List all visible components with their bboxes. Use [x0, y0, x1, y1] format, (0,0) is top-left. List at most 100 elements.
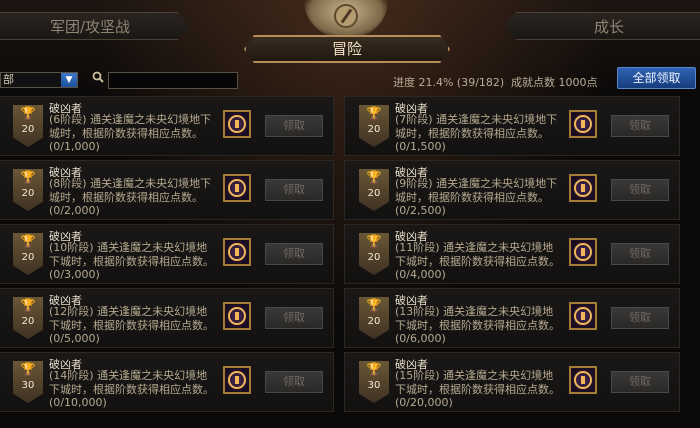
claim-button[interactable]: 领取 — [265, 371, 323, 393]
trophy-badge: 🏆 20 — [13, 169, 43, 211]
description-text: (12阶段) 通关逢魔之未央幻境地下城时，根据阶数获得相应点数。 — [49, 305, 214, 332]
claim-button[interactable]: 领取 — [611, 307, 669, 329]
claim-button[interactable]: 领取 — [265, 179, 323, 201]
achievement-description: (9阶段) 通关逢魔之未央幻境地下城时，根据阶数获得相应点数。 (0/2,500) — [395, 177, 563, 218]
progress-text: 进度 21.4% (39/182) — [393, 76, 505, 89]
emblem-icon — [228, 371, 246, 389]
progress-count: (0/4,000) — [395, 268, 446, 281]
tab-legion-siege[interactable]: 军团/攻坚战 — [0, 12, 190, 40]
description-text: (13阶段) 通关逢魔之未央幻境地下城时，根据阶数获得相应点数。 — [395, 305, 560, 332]
badge-points: 20 — [367, 252, 381, 263]
trophy-icon: 🏆 — [366, 362, 382, 376]
reward-item-icon[interactable] — [569, 366, 597, 394]
achievement-card: 🏆 30 破凶者 (15阶段) 通关逢魔之未央幻境地下城时，根据阶数获得相应点数。 (0… — [344, 352, 680, 412]
reward-item-icon[interactable] — [223, 366, 251, 394]
achievement-card: 🏆 20 破凶者 (11阶段) 通关逢魔之未央幻境地下城时，根据阶数获得相应点数。 (0… — [344, 224, 680, 284]
tab-growth[interactable]: 成长 — [504, 12, 700, 40]
progress-count: (0/2,000) — [49, 204, 100, 217]
reward-item-icon[interactable] — [223, 110, 251, 138]
reward-item-icon[interactable] — [569, 174, 597, 202]
progress-count: (0/2,500) — [395, 204, 446, 217]
trophy-badge: 🏆 20 — [13, 297, 43, 339]
achievement-description: (15阶段) 通关逢魔之未央幻境地下城时，根据阶数获得相应点数。 (0/20,00… — [395, 369, 563, 410]
badge-points: 20 — [21, 316, 35, 327]
trophy-badge: 🏆 20 — [13, 105, 43, 147]
progress-count: (0/3,000) — [49, 268, 100, 281]
badge-points: 30 — [367, 380, 381, 391]
description-text: (9阶段) 通关逢魔之未央幻境地下城时，根据阶数获得相应点数。 — [395, 177, 558, 204]
trophy-badge: 🏆 20 — [359, 105, 389, 147]
achievement-card: 🏆 20 破凶者 (6阶段) 通关逢魔之未央幻境地下城时，根据阶数获得相应点数。 (0/… — [0, 96, 334, 156]
search-icon — [92, 71, 104, 87]
reward-item-icon[interactable] — [569, 238, 597, 266]
trophy-icon: 🏆 — [20, 106, 36, 120]
emblem-icon — [574, 307, 592, 325]
badge-points: 20 — [367, 316, 381, 327]
achievement-description: (7阶段) 通关逢魔之未央幻境地下城时，根据阶数获得相应点数。 (0/1,500) — [395, 113, 563, 154]
achievement-card: 🏆 20 破凶者 (8阶段) 通关逢魔之未央幻境地下城时，根据阶数获得相应点数。 (0/… — [0, 160, 334, 220]
badge-points: 20 — [367, 124, 381, 135]
achievement-description: (6阶段) 通关逢魔之未央幻境地下城时，根据阶数获得相应点数。 (0/1,000) — [49, 113, 217, 154]
dropdown-value: 部 — [3, 73, 14, 86]
achievement-description: (11阶段) 通关逢魔之未央幻境地下城时，根据阶数获得相应点数。 (0/4,000… — [395, 241, 563, 282]
description-text: (10阶段) 通关逢魔之未央幻境地下城时，根据阶数获得相应点数。 — [49, 241, 214, 268]
progress-count: (0/20,000) — [395, 396, 453, 409]
badge-points: 20 — [21, 252, 35, 263]
achievement-description: (8阶段) 通关逢魔之未央幻境地下城时，根据阶数获得相应点数。 (0/2,000) — [49, 177, 217, 218]
claim-button[interactable]: 领取 — [265, 307, 323, 329]
tab-adventure[interactable]: 冒险 — [244, 35, 450, 63]
trophy-icon: 🏆 — [20, 298, 36, 312]
achievement-card: 🏆 20 破凶者 (9阶段) 通关逢魔之未央幻境地下城时，根据阶数获得相应点数。 (0/… — [344, 160, 680, 220]
achievement-card: 🏆 20 破凶者 (10阶段) 通关逢魔之未央幻境地下城时，根据阶数获得相应点数。 (0… — [0, 224, 334, 284]
badge-points: 30 — [21, 380, 35, 391]
trophy-badge: 🏆 20 — [359, 169, 389, 211]
claim-all-button[interactable]: 全部领取 — [617, 67, 696, 89]
description-text: (14阶段) 通关逢魔之未央幻境地下城时，根据阶数获得相应点数。 — [49, 369, 214, 396]
claim-button[interactable]: 领取 — [265, 243, 323, 265]
emblem-icon — [228, 115, 246, 133]
achievement-description: (13阶段) 通关逢魔之未央幻境地下城时，根据阶数获得相应点数。 (0/6,000… — [395, 305, 563, 346]
reward-item-icon[interactable] — [223, 174, 251, 202]
compass-icon — [334, 4, 358, 28]
achievement-card: 🏆 20 破凶者 (13阶段) 通关逢魔之未央幻境地下城时，根据阶数获得相应点数。 (0… — [344, 288, 680, 348]
emblem-icon — [228, 179, 246, 197]
category-dropdown[interactable]: 部 ▼ — [0, 72, 78, 88]
search-input[interactable] — [108, 72, 238, 89]
badge-points: 20 — [21, 188, 35, 199]
claim-button[interactable]: 领取 — [611, 115, 669, 137]
reward-item-icon[interactable] — [223, 302, 251, 330]
emblem-icon — [574, 243, 592, 261]
trophy-badge: 🏆 30 — [359, 361, 389, 403]
description-text: (8阶段) 通关逢魔之未央幻境地下城时，根据阶数获得相应点数。 — [49, 177, 212, 204]
emblem-icon — [574, 115, 592, 133]
progress-count: (0/1,000) — [49, 140, 100, 153]
trophy-icon: 🏆 — [20, 170, 36, 184]
progress-count: (0/5,000) — [49, 332, 100, 345]
trophy-icon: 🏆 — [366, 170, 382, 184]
badge-points: 20 — [21, 124, 35, 135]
claim-button[interactable]: 领取 — [611, 243, 669, 265]
achievement-card: 🏆 30 破凶者 (14阶段) 通关逢魔之未央幻境地下城时，根据阶数获得相应点数。 (0… — [0, 352, 334, 412]
trophy-icon: 🏆 — [366, 298, 382, 312]
emblem-icon — [574, 179, 592, 197]
progress-count: (0/6,000) — [395, 332, 446, 345]
chevron-down-icon[interactable]: ▼ — [61, 73, 77, 87]
emblem-icon — [228, 243, 246, 261]
trophy-icon: 🏆 — [366, 106, 382, 120]
reward-item-icon[interactable] — [223, 238, 251, 266]
claim-button[interactable]: 领取 — [611, 371, 669, 393]
trophy-icon: 🏆 — [366, 234, 382, 248]
reward-item-icon[interactable] — [569, 302, 597, 330]
reward-item-icon[interactable] — [569, 110, 597, 138]
progress-count: (0/10,000) — [49, 396, 107, 409]
badge-points: 20 — [367, 188, 381, 199]
achievement-points-text: 成就点数 1000点 — [511, 76, 598, 89]
progress-count: (0/1,500) — [395, 140, 446, 153]
description-text: (11阶段) 通关逢魔之未央幻境地下城时，根据阶数获得相应点数。 — [395, 241, 560, 268]
description-text: (15阶段) 通关逢魔之未央幻境地下城时，根据阶数获得相应点数。 — [395, 369, 560, 396]
claim-button[interactable]: 领取 — [611, 179, 669, 201]
claim-button[interactable]: 领取 — [265, 115, 323, 137]
achievement-card: 🏆 20 破凶者 (12阶段) 通关逢魔之未央幻境地下城时，根据阶数获得相应点数。 (0… — [0, 288, 334, 348]
trophy-badge: 🏆 30 — [13, 361, 43, 403]
trophy-badge: 🏆 20 — [359, 233, 389, 275]
